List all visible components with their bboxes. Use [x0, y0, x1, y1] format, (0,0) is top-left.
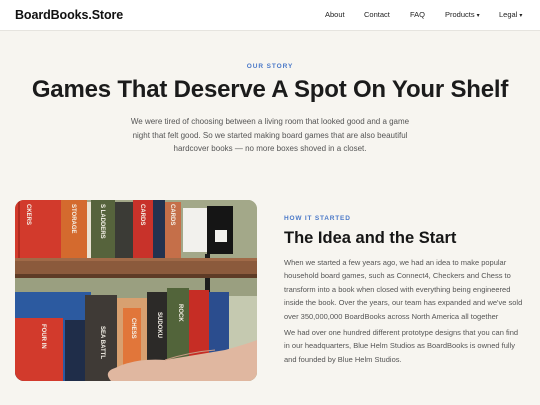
spine-label: CARDS: [169, 204, 175, 225]
hero-description: We were tired of choosing between a livi…: [130, 117, 410, 153]
story-paragraph-1: When we started a few years ago, we had …: [284, 258, 523, 321]
spine-label: ROCK: [177, 304, 183, 322]
nav-legal-dropdown[interactable]: Legal ▾: [499, 10, 522, 19]
chevron-down-icon: ▾: [476, 13, 480, 19]
chevron-down-icon: ▾: [519, 13, 523, 19]
spine-label: FOUR IN: [40, 324, 46, 349]
spine-label: CHESS: [130, 318, 136, 339]
nav-faq[interactable]: FAQ: [410, 10, 425, 19]
nav-about[interactable]: About: [325, 10, 345, 19]
section-title: The Idea and the Start: [284, 229, 457, 247]
bookshelf-photo: CKERS STORAGE S LADDERS CARDS CARDS FOUR…: [15, 200, 257, 381]
spine-label: STORAGE: [70, 204, 76, 234]
story-paragraph-2: We had over one hundred different protot…: [284, 328, 519, 364]
spine-label: CARDS: [139, 204, 145, 225]
spine-label: SUDOKU: [156, 312, 162, 338]
hero-title: Games That Deserve A Spot On Your Shelf: [31, 76, 509, 103]
site-logo[interactable]: BoardBooks.Store: [15, 8, 123, 22]
section-eyebrow: HOW IT STARTED: [284, 215, 351, 222]
spine-label: S LADDERS: [99, 204, 105, 239]
nav-products-dropdown[interactable]: Products ▾: [445, 10, 480, 19]
nav-contact[interactable]: Contact: [364, 10, 390, 19]
spine-label: SEA BATTL: [99, 326, 105, 359]
spine-label: CKERS: [25, 204, 31, 225]
site-header: BoardBooks.Store About Contact FAQ Produ…: [0, 0, 540, 31]
hero-eyebrow: OUR STORY: [246, 63, 294, 70]
